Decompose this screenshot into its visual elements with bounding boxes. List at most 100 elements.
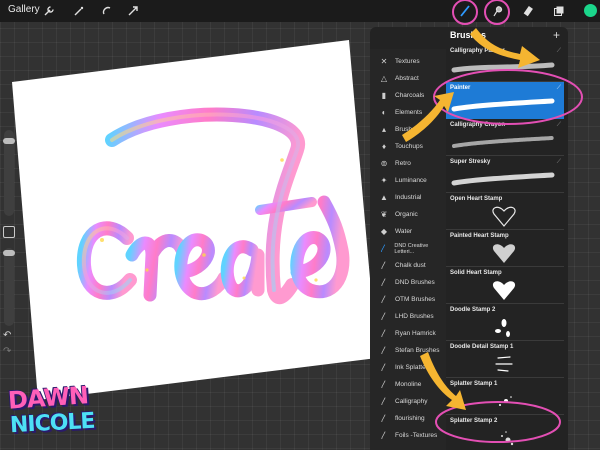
- category-brushes[interactable]: ▴ Brushes: [370, 121, 446, 138]
- category-label: Luminance: [395, 177, 427, 184]
- category-luminance[interactable]: ✦ Luminance: [370, 172, 446, 189]
- brush-name: Super Stresky: [450, 159, 491, 165]
- category-touchups[interactable]: ♦ Touchups: [370, 138, 446, 155]
- brush-item[interactable]: Splatter Stamp 1: [446, 378, 564, 415]
- brush-item[interactable]: Super Stresky ⟋: [446, 156, 564, 193]
- logo-line-2: NICOLE: [9, 408, 96, 439]
- edit-icon[interactable]: ⟋: [557, 159, 561, 166]
- layers-icon[interactable]: [550, 2, 568, 20]
- category-foils-textures[interactable]: 〳 Foils -Textures: [370, 427, 446, 444]
- brush-item-selected[interactable]: Painter ⟋: [446, 82, 564, 119]
- magic-wand-icon[interactable]: [70, 2, 88, 20]
- edit-icon[interactable]: ⟋: [557, 122, 561, 129]
- brush-item[interactable]: Calligraphy Painter ⟋: [446, 45, 564, 82]
- category-label: Brushes: [395, 126, 419, 133]
- textures-icon: ✕: [380, 57, 388, 66]
- category-monoline[interactable]: 〳 Monoline: [370, 376, 446, 393]
- category-ink-splatter[interactable]: 〳 Ink Splatter: [370, 359, 446, 376]
- artwork-svg: [12, 40, 377, 400]
- solid-heart-stamp-preview: [492, 281, 516, 300]
- elements-icon: ◐: [381, 108, 387, 117]
- brush-name: Painted Heart Stamp: [450, 233, 509, 239]
- brush-stroke-preview: [451, 172, 555, 186]
- retro-icon: ⊚: [380, 159, 388, 168]
- brush-item[interactable]: Solid Heart Stamp: [446, 267, 564, 304]
- industrial-icon: ▲: [380, 193, 388, 202]
- artwork-canvas[interactable]: [12, 40, 377, 400]
- touchups-icon: ♦: [381, 142, 387, 151]
- category-label: Foils -Textures: [395, 432, 438, 439]
- color-swatch[interactable]: [584, 4, 597, 17]
- brush-size-thumb[interactable]: [3, 138, 15, 144]
- selection-icon[interactable]: [98, 2, 116, 20]
- edit-icon[interactable]: ⟋: [557, 48, 561, 55]
- open-heart-stamp-preview: [492, 206, 516, 227]
- brush-set-icon: 〳: [379, 244, 388, 253]
- brush-list: Calligraphy Painter ⟋ Painter ⟋ Calligra…: [446, 45, 564, 450]
- category-lhd-brushes[interactable]: 〳 LHD Brushes: [370, 308, 446, 325]
- brush-item[interactable]: Splatter Stamp 2: [446, 415, 564, 450]
- brush-name: Doodle Detail Stamp 1: [450, 344, 514, 350]
- category-chalk-dust[interactable]: 〳 Chalk dust: [370, 257, 446, 274]
- category-label: Textures: [395, 58, 420, 65]
- category-dnd-brushes[interactable]: 〳 DND Brushes: [370, 274, 446, 291]
- brush-set-icon: 〳: [380, 278, 388, 287]
- doodle-detail-stamp-preview: [495, 356, 513, 372]
- category-water[interactable]: ◆ Water: [370, 223, 446, 240]
- opacity-slider[interactable]: [4, 248, 14, 326]
- eraser-icon[interactable]: [520, 2, 538, 20]
- brush-item[interactable]: Painted Heart Stamp: [446, 230, 564, 267]
- brush-item[interactable]: Open Heart Stamp: [446, 193, 564, 230]
- transform-arrow-icon[interactable]: [124, 2, 142, 20]
- category-label: Industrial: [395, 194, 422, 201]
- brush-name: Solid Heart Stamp: [450, 270, 502, 276]
- category-flourishing[interactable]: 〳 flourishing: [370, 410, 446, 427]
- category-charcoals[interactable]: ▮ Charcoals: [370, 87, 446, 104]
- category-ryan-hamrick[interactable]: 〳 Ryan Hamrick: [370, 325, 446, 342]
- category-elements[interactable]: ◐ Elements: [370, 104, 446, 121]
- plus-icon[interactable]: +: [553, 28, 560, 42]
- category-calligraphy[interactable]: 〳 Calligraphy: [370, 393, 446, 410]
- brush-item[interactable]: Calligraphy Crayon ⟋: [446, 119, 564, 156]
- opacity-thumb[interactable]: [3, 250, 15, 256]
- water-icon: ◆: [380, 227, 388, 236]
- category-label: Chalk dust: [395, 262, 426, 269]
- category-organic[interactable]: ❦ Organic: [370, 206, 446, 223]
- category-textures[interactable]: ✕ Textures: [370, 53, 446, 70]
- splatter-stamp-preview: [499, 396, 512, 406]
- category-abstract[interactable]: △ Abstract: [370, 70, 446, 87]
- category-industrial[interactable]: ▲ Industrial: [370, 189, 446, 206]
- canvas-paper: [12, 40, 377, 400]
- brush-set-icon: 〳: [380, 346, 388, 355]
- category-dnd-creative-lettering[interactable]: 〳 DND Creative Letteri...: [370, 240, 446, 257]
- category-label: Organic: [395, 211, 418, 218]
- brush-set-icon: 〳: [380, 312, 388, 321]
- category-otm-brushes[interactable]: 〳 OTM Brushes: [370, 291, 446, 308]
- brush-stroke-preview: [452, 136, 554, 148]
- brush-item[interactable]: Doodle Stamp 2: [446, 304, 564, 341]
- charcoals-icon: ▮: [381, 91, 387, 100]
- abstract-icon: △: [380, 74, 388, 83]
- gallery-button[interactable]: Gallery: [8, 4, 40, 15]
- category-stefan-brushes[interactable]: 〳 Stefan Brushes: [370, 342, 446, 359]
- brush-name: Splatter Stamp 2: [450, 418, 498, 424]
- brush-set-icon: 〳: [380, 414, 388, 423]
- category-retro[interactable]: ⊚ Retro: [370, 155, 446, 172]
- wrench-icon[interactable]: [40, 2, 58, 20]
- redo-icon[interactable]: ↷: [3, 346, 11, 357]
- category-label: Stefan Brushes: [395, 347, 440, 354]
- brush-icon[interactable]: [456, 2, 474, 20]
- organic-icon: ❦: [380, 210, 388, 219]
- modify-button[interactable]: [3, 226, 15, 238]
- category-label: Charcoals: [395, 92, 425, 99]
- brush-set-icon: 〳: [380, 295, 388, 304]
- brush-name: Painter: [450, 85, 471, 91]
- brush-name: Calligraphy Crayon: [450, 122, 506, 128]
- undo-icon[interactable]: ↶: [3, 330, 11, 341]
- doodle-stamp-preview: [495, 319, 510, 337]
- edit-icon[interactable]: ⟋: [557, 85, 561, 92]
- brush-library-title: Brushes: [450, 30, 487, 40]
- smudge-icon[interactable]: [488, 2, 506, 20]
- brush-item[interactable]: Doodle Detail Stamp 1: [446, 341, 564, 378]
- category-label: LHD Brushes: [395, 313, 434, 320]
